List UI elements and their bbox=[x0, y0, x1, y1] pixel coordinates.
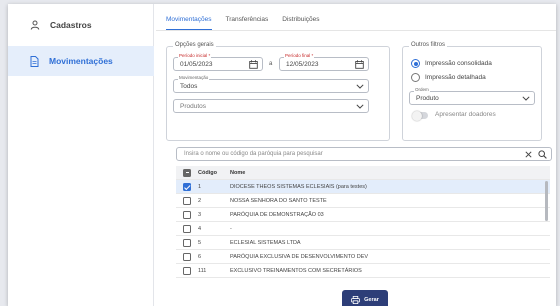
movement-label: Movimentação bbox=[178, 75, 210, 80]
row-code: 6 bbox=[198, 253, 202, 260]
main-content: Movimentações Transferências Distribuiçõ… bbox=[156, 4, 556, 306]
order-select[interactable]: Ordem Produto bbox=[409, 87, 535, 105]
row-checkbox[interactable] bbox=[183, 182, 191, 191]
generate-button[interactable]: Gerar bbox=[342, 290, 388, 306]
tab-divider bbox=[156, 30, 556, 31]
sidebar-item-movimentacoes[interactable]: Movimentações bbox=[8, 46, 154, 76]
row-name: DIOCESE THEOS SISTEMAS ECLESIAIS (para t… bbox=[230, 183, 367, 190]
start-date-value: 01/05/2023 bbox=[180, 60, 213, 68]
radio-selected-indicator bbox=[411, 59, 420, 68]
sidebar-item-cadastros[interactable]: Cadastros bbox=[8, 10, 154, 40]
table-row[interactable]: 2 NOSSA SENHORA DO SANTO TESTE bbox=[176, 194, 550, 208]
movement-select[interactable]: Movimentação Todos bbox=[173, 75, 369, 93]
start-date-field[interactable]: Período inicial * 01/05/2023 bbox=[173, 53, 263, 71]
row-name: PARÓQUIA DE DEMONSTRAÇÃO 03 bbox=[230, 211, 324, 218]
sidebar-item-label: Movimentações bbox=[49, 56, 113, 66]
radio-indicator bbox=[411, 73, 420, 82]
column-header-name[interactable]: Nome bbox=[230, 170, 550, 176]
tab-distribuicoes[interactable]: Distribuições bbox=[282, 10, 319, 30]
radio-consolidated[interactable]: Impressão consolidada bbox=[411, 59, 492, 68]
parish-table: Código Nome 1 DIOCESE THEOS SISTEMAS ECL… bbox=[176, 166, 550, 278]
close-icon[interactable] bbox=[525, 150, 532, 158]
row-checkbox[interactable] bbox=[183, 266, 191, 275]
tab-movimentacoes[interactable]: Movimentações bbox=[166, 10, 212, 30]
row-name: EXCLUSIVO TREINAMENTOS COM SECRETÁRIOS bbox=[230, 267, 362, 274]
row-code: 2 bbox=[198, 197, 202, 204]
other-filters-panel: Outros filtros Impressão consolidada Imp… bbox=[402, 42, 542, 141]
app-window: Cadastros Movimentações Movimentações Tr… bbox=[8, 4, 556, 306]
table-row[interactable]: 5 ECLESIAL SISTEMAS LTDA bbox=[176, 236, 550, 250]
chevron-down-icon bbox=[356, 84, 364, 89]
general-options-panel: Opções gerais Período inicial * 01/05/20… bbox=[166, 42, 390, 141]
table-row[interactable]: 3 PARÓQUIA DE DEMONSTRAÇÃO 03 bbox=[176, 208, 550, 222]
radio-detailed[interactable]: Impressão detalhada bbox=[411, 73, 486, 82]
document-icon bbox=[30, 55, 39, 67]
person-icon bbox=[30, 20, 40, 30]
end-date-value: 12/05/2023 bbox=[286, 60, 319, 68]
sidebar: Cadastros Movimentações bbox=[8, 4, 154, 306]
order-label: Ordem bbox=[414, 87, 430, 92]
general-options-legend: Opções gerais bbox=[173, 42, 216, 48]
search-actions bbox=[525, 149, 547, 159]
tab-bar: Movimentações Transferências Distribuiçõ… bbox=[166, 10, 320, 30]
calendar-icon[interactable] bbox=[249, 60, 258, 69]
row-code: 3 bbox=[198, 211, 202, 218]
row-checkbox[interactable] bbox=[183, 196, 191, 205]
row-code: 5 bbox=[198, 239, 202, 246]
row-name: - bbox=[230, 225, 232, 232]
row-checkbox[interactable] bbox=[183, 210, 191, 219]
movement-value: Todos bbox=[180, 82, 198, 90]
donors-toggle[interactable] bbox=[412, 110, 428, 121]
row-checkbox[interactable] bbox=[183, 238, 191, 247]
calendar-icon[interactable] bbox=[355, 60, 364, 69]
chevron-down-icon bbox=[522, 96, 530, 101]
table-row[interactable]: 4 - bbox=[176, 222, 550, 236]
select-all-checkbox[interactable] bbox=[183, 168, 191, 177]
search-icon[interactable] bbox=[538, 149, 547, 159]
start-date-label: Período inicial * bbox=[178, 53, 212, 58]
row-checkbox[interactable] bbox=[183, 252, 191, 261]
row-name: NOSSA SENHORA DO SANTO TESTE bbox=[230, 197, 327, 204]
row-name: ECLESIAL SISTEMAS LTDA bbox=[230, 239, 301, 246]
end-date-label: Período final * bbox=[284, 53, 315, 58]
generate-button-label: Gerar bbox=[364, 297, 379, 303]
date-range-separator: a bbox=[269, 61, 273, 67]
printer-icon bbox=[351, 296, 361, 304]
radio-detailed-label: Impressão detalhada bbox=[425, 74, 486, 81]
chevron-down-icon bbox=[356, 104, 364, 109]
table-row[interactable]: 1 DIOCESE THEOS SISTEMAS ECLESIAIS (para… bbox=[176, 180, 550, 194]
row-code: 111 bbox=[198, 267, 207, 274]
row-code: 1 bbox=[198, 183, 202, 190]
row-code: 4 bbox=[198, 225, 202, 232]
parish-search-input[interactable]: Insira o nome ou código da paróquia para… bbox=[176, 147, 552, 161]
products-select[interactable]: Produtos bbox=[173, 99, 369, 113]
products-placeholder: Produtos bbox=[180, 102, 207, 110]
table-row[interactable]: 6 PARÓQUIA EXCLUSIVA DE DESENVOLVIMENTO … bbox=[176, 250, 550, 264]
table-scrollbar[interactable] bbox=[545, 181, 548, 221]
donors-toggle-label: Apresentar doadores bbox=[435, 111, 496, 118]
order-value: Produto bbox=[416, 94, 439, 102]
row-name: PARÓQUIA EXCLUSIVA DE DESENVOLVIMENTO DE… bbox=[230, 253, 369, 260]
radio-consolidated-label: Impressão consolidada bbox=[425, 60, 492, 67]
end-date-field[interactable]: Período final * 12/05/2023 bbox=[279, 53, 369, 71]
table-row[interactable]: 111 EXCLUSIVO TREINAMENTOS COM SECRETÁRI… bbox=[176, 264, 550, 278]
other-filters-legend: Outros filtros bbox=[409, 42, 448, 48]
search-placeholder: Insira o nome ou código da paróquia para… bbox=[184, 151, 323, 157]
row-checkbox[interactable] bbox=[183, 224, 191, 233]
column-header-code[interactable]: Código bbox=[198, 170, 230, 176]
table-header-row: Código Nome bbox=[176, 166, 550, 180]
sidebar-item-label: Cadastros bbox=[50, 20, 92, 30]
tab-transferencias[interactable]: Transferências bbox=[226, 10, 269, 30]
